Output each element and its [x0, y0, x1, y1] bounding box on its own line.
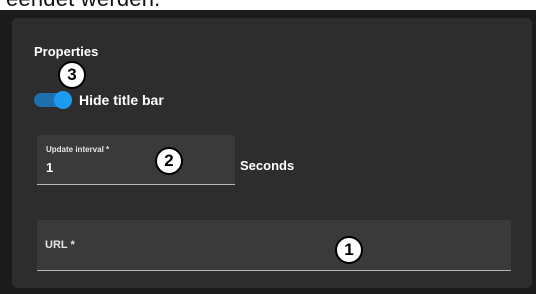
- url-label: URL *: [45, 239, 75, 251]
- update-interval-value: 1: [46, 160, 54, 175]
- callout-3: 3: [58, 61, 86, 89]
- update-interval-label: Update interval *: [46, 145, 110, 154]
- update-interval-underline: [37, 184, 235, 185]
- url-underline: [37, 270, 511, 271]
- toggle-knob: [54, 91, 72, 109]
- properties-heading: Properties: [34, 44, 99, 59]
- callout-2: 2: [155, 147, 183, 175]
- update-interval-field[interactable]: Update interval * 1: [37, 135, 235, 185]
- hide-title-bar-toggle[interactable]: [34, 91, 72, 109]
- url-field[interactable]: URL *: [37, 220, 511, 271]
- hide-title-bar-label: Hide title bar: [79, 92, 164, 108]
- callout-1: 1: [335, 236, 363, 264]
- seconds-unit-label: Seconds: [240, 158, 295, 173]
